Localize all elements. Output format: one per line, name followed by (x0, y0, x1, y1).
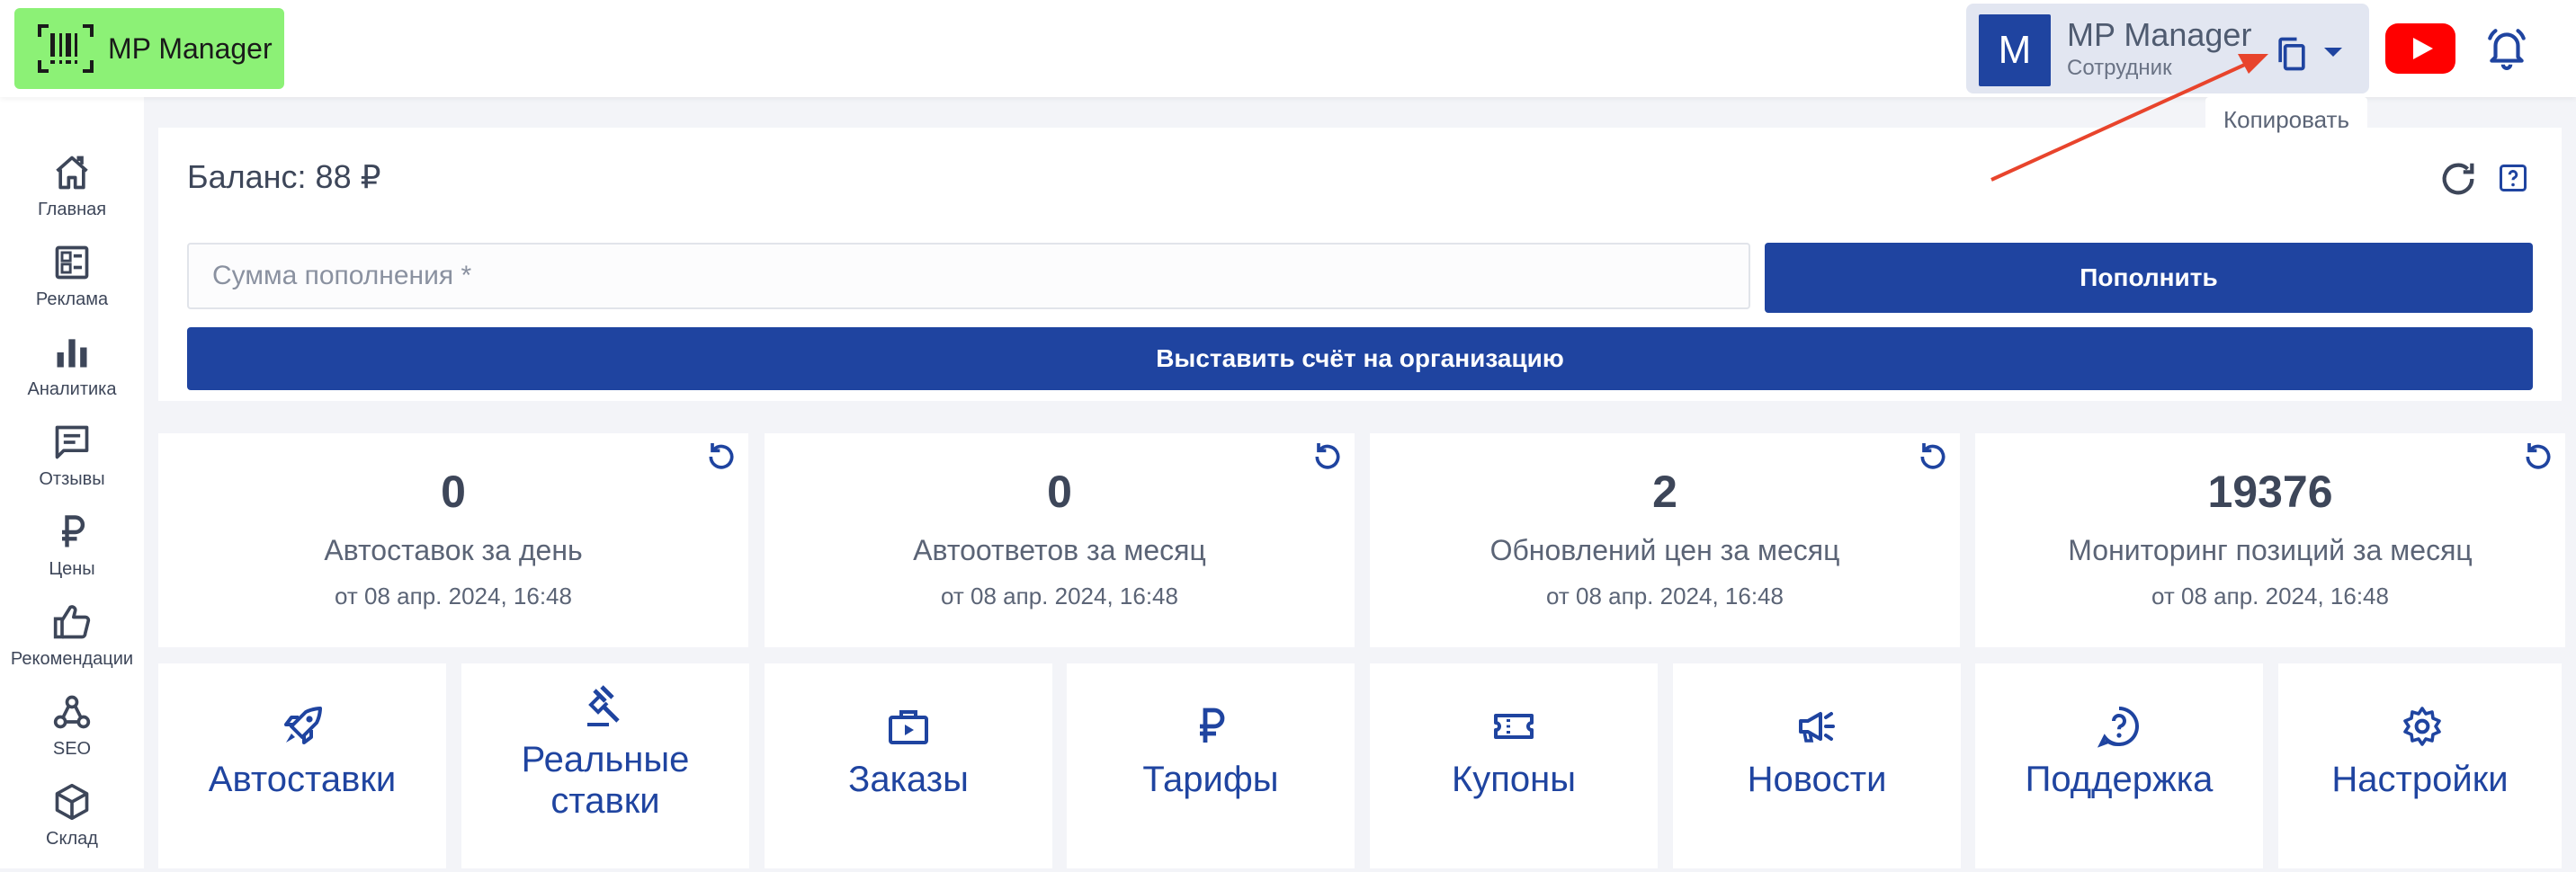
stat-label: Автоответов за месяц (913, 534, 1206, 566)
balance-card: Баланс: 88 ₽ Пополнить Выставить счёт на… (158, 128, 2562, 401)
balance-title: Баланс: 88 ₽ (187, 158, 381, 195)
topup-amount-input[interactable] (187, 243, 1750, 309)
sidebar-item-analytics[interactable]: Аналитика (0, 333, 144, 423)
gear-icon (2403, 707, 2441, 746)
topup-button[interactable]: Пополнить (1765, 243, 2533, 313)
invoice-button[interactable]: Выставить счёт на организацию (187, 327, 2533, 390)
sidebar-item-label: Аналитика (27, 379, 117, 399)
stat-card-autobids: 0 Автоставок за день от 08 апр. 2024, 16… (158, 433, 748, 647)
copy-icon[interactable] (2272, 34, 2312, 74)
sidebar-item-prices[interactable]: Цены (0, 512, 144, 602)
stat-label: Мониторинг позиций за месяц (2068, 534, 2473, 566)
sidebar-item-label: Цены (49, 559, 95, 579)
sidebar-item-recommendations[interactable]: Рекомендации (0, 602, 144, 692)
tile-autobids[interactable]: Автоставки (158, 663, 446, 868)
sidebar-item-label: Реклама (35, 289, 109, 309)
megaphone-icon (1799, 712, 1835, 743)
sidebar-item-label: Рекомендации (10, 649, 134, 669)
sidebar-item-label: Отзывы (39, 469, 105, 489)
stat-value: 0 (441, 467, 466, 517)
stat-label: Обновлений цен за месяц (1489, 534, 1840, 566)
stat-value: 0 (1047, 467, 1072, 517)
stat-date: от 08 апр. 2024, 16:48 (2151, 583, 2389, 610)
orders-icon (889, 710, 928, 744)
app-header: MP Manager M MP Manager Сотрудник (0, 0, 2576, 97)
stat-value: 19376 (2207, 467, 2333, 517)
sidebar-item-ads[interactable]: Реклама (0, 243, 144, 333)
sidebar: Главная Реклама Аналитика Отзывы Цены Ре… (0, 97, 144, 868)
sidebar-item-label: Главная (37, 200, 107, 219)
tile-label: Новости (1747, 760, 1887, 799)
sidebar-item-reviews[interactable]: Отзывы (0, 423, 144, 512)
tile-coupons[interactable]: Купоны (1370, 663, 1658, 868)
tile-label: Настройки (2331, 760, 2509, 799)
tile-label: Купоны (1451, 760, 1577, 799)
logo[interactable]: MP Manager (14, 8, 284, 89)
gavel-icon (587, 685, 620, 726)
sidebar-item-label: SEO (52, 739, 92, 759)
user-name: MP Manager (2067, 16, 2252, 53)
bar-chart-icon (57, 339, 87, 368)
help-icon[interactable] (2497, 162, 2529, 194)
refresh-icon[interactable] (2437, 158, 2479, 200)
coupon-icon (1494, 714, 1534, 739)
tile-label: Поддержка (2025, 760, 2214, 799)
copy-tooltip: Копировать (2205, 97, 2367, 142)
sidebar-item-home[interactable]: Главная (0, 153, 144, 243)
user-role: Сотрудник (2067, 56, 2172, 80)
barcode-logo-icon (38, 24, 94, 73)
ruble-icon (62, 515, 85, 547)
bell-icon[interactable] (2484, 25, 2529, 70)
box-icon (55, 783, 89, 821)
logo-text: MP Manager (108, 31, 273, 65)
tile-tariffs[interactable]: Тарифы (1067, 663, 1355, 868)
stat-card-position-monitoring: 19376 Мониторинг позиций за месяц от 08 … (1975, 433, 2565, 647)
tile-label: Заказы (848, 760, 969, 799)
sidebar-item-label: Склад (46, 829, 98, 849)
tile-label-line2: ставки (550, 781, 660, 821)
stat-date: от 08 апр. 2024, 16:48 (941, 583, 1178, 610)
stat-card-price-updates: 2 Обновлений цен за месяц от 08 апр. 202… (1370, 433, 1960, 647)
home-icon (56, 156, 88, 190)
help-circle-icon (2097, 707, 2139, 748)
webhook-icon (53, 695, 91, 729)
tile-settings[interactable]: Настройки (2278, 663, 2562, 868)
stat-date: от 08 апр. 2024, 16:48 (335, 583, 572, 610)
stat-value: 2 (1652, 467, 1677, 517)
stat-label: Автоставок за день (324, 534, 583, 566)
avatar: M (1979, 14, 2051, 86)
sidebar-item-seo[interactable]: SEO (0, 692, 144, 782)
stat-date: от 08 апр. 2024, 16:48 (1546, 583, 1784, 610)
message-icon (55, 425, 89, 459)
ruble-icon (1200, 707, 1225, 743)
tile-orders[interactable]: Заказы (765, 663, 1052, 868)
tile-label: Автоставки (208, 760, 397, 799)
sidebar-item-warehouse[interactable]: Склад (0, 782, 144, 872)
tile-real-bids[interactable]: Реальные ставки (461, 663, 749, 868)
tile-label-line1: Реальные (521, 740, 690, 779)
caret-down-icon[interactable] (2322, 43, 2344, 61)
ads-icon (55, 245, 89, 280)
tile-news[interactable]: Новости (1673, 663, 1961, 868)
youtube-icon[interactable] (2385, 23, 2455, 74)
user-menu[interactable]: M MP Manager Сотрудник (1966, 4, 2369, 93)
stat-card-autoreplies: 0 Автоответов за месяц от 08 апр. 2024, … (765, 433, 1355, 647)
rocket-icon (284, 707, 322, 744)
thumbs-up-icon (53, 605, 91, 639)
tile-label: Тарифы (1142, 760, 1279, 799)
tile-support[interactable]: Поддержка (1975, 663, 2263, 868)
